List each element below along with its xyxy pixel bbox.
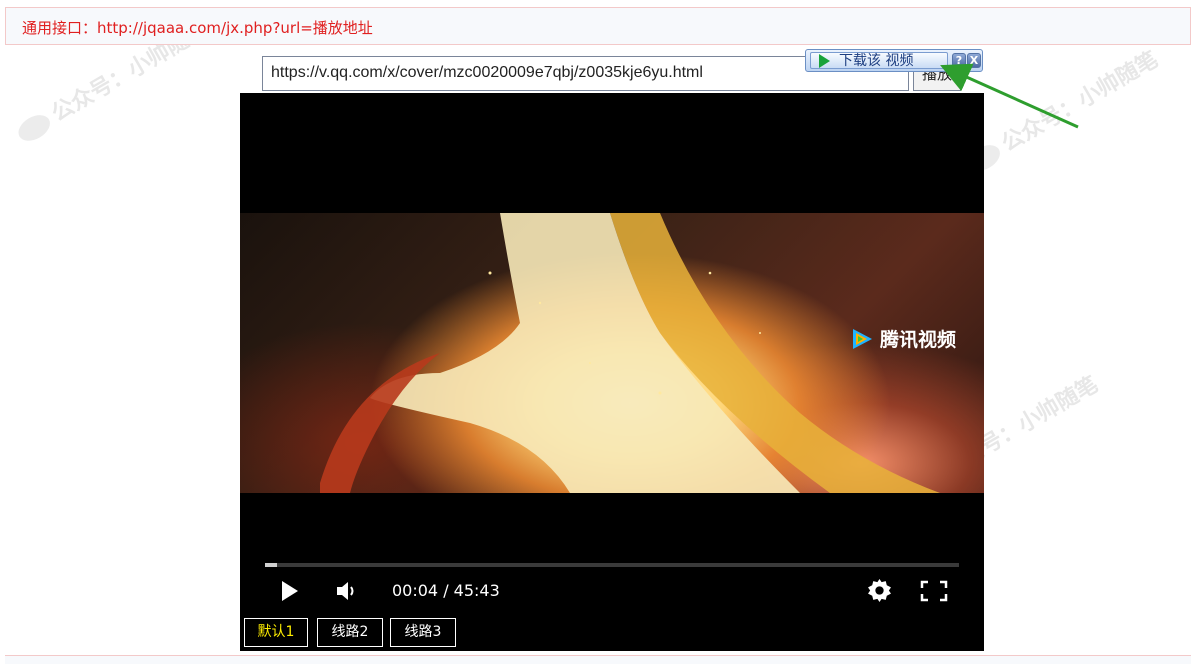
video-frame[interactable]: 腾讯视频	[240, 213, 984, 493]
help-icon[interactable]: ?	[952, 53, 966, 68]
play-triangle-icon	[819, 54, 830, 68]
progress-bar[interactable]	[265, 563, 959, 567]
play-icon[interactable]	[280, 581, 300, 601]
time-readout: 00:04 / 45:43	[392, 581, 500, 600]
bottom-bar	[5, 655, 1191, 664]
gear-icon[interactable]	[867, 578, 892, 603]
video-player[interactable]: 腾讯视频 00:04 / 45:43 默认1 线路2 线路3	[240, 93, 984, 651]
download-video-toolbar: 下载该 视频 ? X	[805, 49, 983, 72]
watermark: 公众号：小帅随笔	[960, 42, 1163, 178]
volume-icon[interactable]	[335, 580, 359, 602]
close-icon[interactable]: X	[967, 53, 981, 68]
api-notice-text: 通用接口：http://jqaaa.com/jx.php?url=播放地址	[22, 19, 373, 37]
molten-metal-scene	[320, 213, 940, 493]
route-button-3[interactable]: 线路3	[390, 618, 456, 647]
tencent-video-brand-text: 腾讯视频	[880, 329, 957, 351]
api-notice-bar: 通用接口：http://jqaaa.com/jx.php?url=播放地址	[5, 7, 1191, 45]
tencent-video-icon	[853, 329, 872, 349]
download-video-button[interactable]: 下载该 视频	[810, 52, 948, 69]
fullscreen-icon[interactable]	[920, 580, 948, 602]
route-button-2[interactable]: 线路2	[317, 618, 383, 647]
download-video-label: 下载该 视频	[839, 53, 914, 69]
progress-fill	[265, 563, 277, 567]
route-button-default[interactable]: 默认1	[244, 618, 308, 647]
